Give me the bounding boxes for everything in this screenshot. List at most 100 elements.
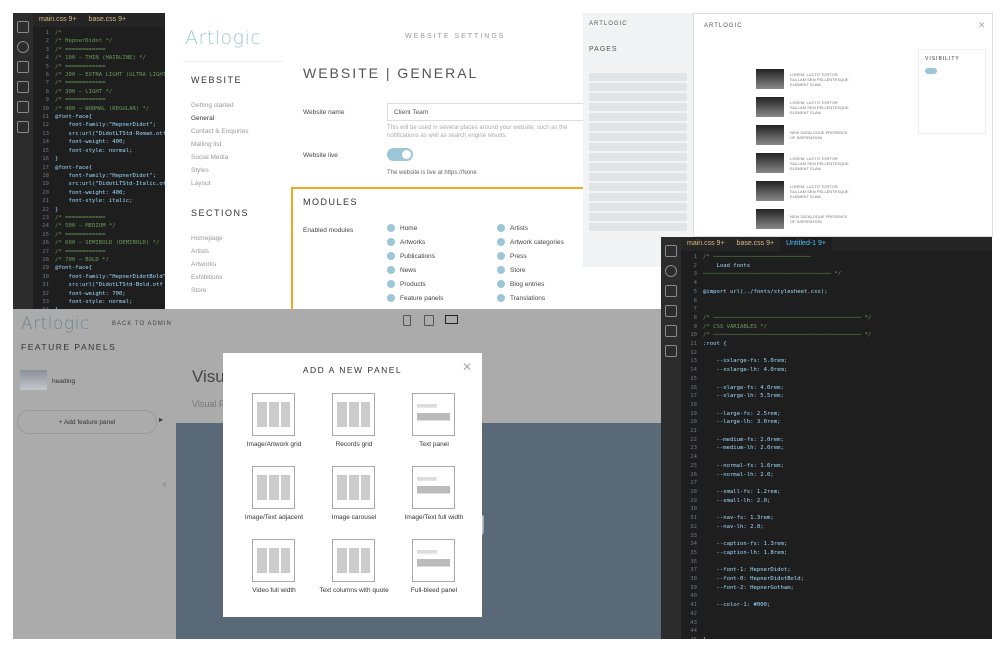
panel-option-tile[interactable] [252,393,295,436]
code-editor-left[interactable]: main.css 9+ base.css 9+ 1 /* 2 /* HepnerDid… [13,13,165,309]
remote-explorer-icon[interactable] [665,345,677,357]
explorer-icon[interactable] [17,21,29,33]
code-editor-right[interactable]: main.css 9+ base.css 9+ Untitled-1 9+ 1 /… [661,237,992,639]
page-row[interactable] [589,93,687,101]
page-row[interactable] [589,163,687,171]
panel-option-label[interactable]: Video full width [234,587,314,594]
website-live-toggle[interactable] [387,148,413,161]
panel-option-tile[interactable] [412,539,455,582]
image-thumbnail[interactable] [756,209,784,229]
mobile-view-icon[interactable] [403,315,411,326]
close-icon[interactable]: ✕ [978,20,986,31]
image-row[interactable]: LOREM: LUCTO TORTOR SULLAM SEM PELLENTES… [756,69,906,89]
module-item[interactable]: Artwork categories [497,236,564,250]
code-area[interactable]: 1 /* ───────────────────────────── 2 Load … [681,253,992,639]
module-item[interactable]: Store [497,264,564,278]
panel-option-tile[interactable] [332,539,375,582]
tablet-view-icon[interactable] [424,315,434,326]
panel-option-tile[interactable] [252,466,295,509]
page-row[interactable] [589,83,687,91]
page-row[interactable] [589,153,687,161]
remote-explorer-icon[interactable] [17,121,29,133]
search-icon[interactable] [665,265,677,277]
explorer-icon[interactable] [665,245,677,257]
module-item[interactable]: Home [387,222,443,236]
website-name-input[interactable]: Client Team [387,103,583,121]
tab-main-css[interactable]: main.css 9+ [681,237,731,251]
nav-item[interactable]: Styles [191,164,248,177]
module-item[interactable]: Artworks [387,236,443,250]
panel-thumbnail[interactable] [20,370,47,390]
visibility-toggle[interactable] [925,68,937,74]
panel-option-label[interactable]: Image/Text full width [394,514,474,521]
image-thumbnail[interactable] [756,69,784,89]
nav-item[interactable]: Social Media [191,151,248,164]
nav-item[interactable]: Store [191,284,223,297]
carousel-prev-icon[interactable]: ‹ [163,479,166,490]
page-row[interactable] [589,143,687,151]
panel-option-tile[interactable] [252,539,295,582]
panel-option-label[interactable]: Text columns with quote [314,587,394,594]
panel-option-tile[interactable] [412,393,455,436]
module-item[interactable]: Artists [497,222,564,236]
image-row[interactable]: LOREM: LUCTO TORTOR SULLAM SEM PELLENTES… [756,97,906,117]
page-row[interactable] [589,223,687,231]
close-icon[interactable]: ✕ [462,360,472,374]
page-row[interactable] [589,113,687,121]
run-debug-icon[interactable] [17,81,29,93]
nav-item[interactable]: Artworks [191,258,223,271]
page-row[interactable] [589,213,687,221]
extensions-icon[interactable] [665,325,677,337]
page-row[interactable] [589,123,687,131]
page-row[interactable] [589,193,687,201]
run-debug-icon[interactable] [665,305,677,317]
fp-logo[interactable]: Artlogic [21,314,90,334]
panel-option-label[interactable]: Image carousel [314,514,394,521]
back-to-admin-link[interactable]: BACK TO ADMIN [112,321,172,327]
module-item[interactable]: Blog entries [497,278,564,292]
panel-option-tile[interactable] [412,466,455,509]
nav-item[interactable]: Homepage [191,232,223,245]
panel-option-tile[interactable] [332,393,375,436]
page-row[interactable] [589,73,687,81]
source-control-icon[interactable] [17,61,29,73]
image-thumbnail[interactable] [756,125,784,145]
panel-option-label[interactable]: Text panel [394,441,474,448]
tab-base-css[interactable]: base.css 9+ [731,237,781,251]
page-row[interactable] [589,183,687,191]
extensions-icon[interactable] [17,101,29,113]
image-thumbnail[interactable] [756,153,784,173]
desktop-view-icon[interactable] [445,315,458,324]
image-thumbnail[interactable] [756,181,784,201]
artlogic-logo[interactable]: Artlogic [185,27,261,49]
panel-option-label[interactable]: Full-bleed panel [394,587,474,594]
page-row[interactable] [589,173,687,181]
tab-main-css[interactable]: main.css 9+ [33,13,83,27]
source-control-icon[interactable] [665,285,677,297]
module-item[interactable]: Publications [387,250,443,264]
module-item[interactable]: Press [497,250,564,264]
image-row[interactable]: LOREM: LUCTO TORTOR SULLAM SEM PELLENTES… [756,153,906,173]
nav-item[interactable]: Artists [191,245,223,258]
nav-item[interactable]: General [191,112,248,125]
panel-option-label[interactable]: Image/Artwork grid [234,441,314,448]
tab-untitled-1[interactable]: Untitled-1 9+ [780,237,832,251]
page-row[interactable] [589,203,687,211]
add-feature-panel-button[interactable]: + Add feature panel [17,410,157,434]
nav-item[interactable]: Exhibitions [191,271,223,284]
tab-base-css[interactable]: base.css 9+ [83,13,133,27]
nav-item[interactable]: Layout [191,177,248,190]
panel-item-label[interactable]: heading [52,378,75,385]
image-row[interactable]: LOREM: LUCTO TORTOR SULLAM SEM PELLENTES… [756,181,906,201]
panel-option-tile[interactable] [332,466,375,509]
image-row[interactable]: NEW DATALOGUE PRESENCE OF INSPIRATION [756,209,906,229]
search-icon[interactable] [17,41,29,53]
module-item[interactable]: Translations [497,292,564,306]
module-item[interactable]: Products [387,278,443,292]
code-area[interactable]: 1 /* 2 /* HepnerDidot */ 3 /* ============ 4 /*… [33,29,165,309]
module-item[interactable]: News [387,264,443,278]
nav-item[interactable]: Getting started [191,99,248,112]
image-thumbnail[interactable] [756,97,784,117]
panel-option-label[interactable]: Image/Text adjacent [234,514,314,521]
nav-item[interactable]: Mailing list [191,138,248,151]
